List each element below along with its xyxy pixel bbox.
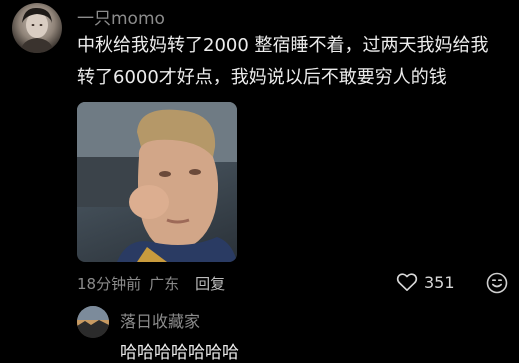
comment-text: 中秋给我妈转了2000 整宿睡不着，过两天我妈给我 转了6000才好点，我妈说以… [77,30,509,94]
comment-location: 广东 [149,275,180,293]
comment-time: 18分钟前 [77,275,142,293]
reply-text: 哈哈哈哈哈哈哈 [120,343,239,363]
like-button[interactable]: 351 [396,272,455,292]
avatar[interactable] [12,3,62,53]
avatar[interactable] [77,306,109,338]
comment-image[interactable] [77,102,237,262]
reply-button[interactable]: 回复 [195,275,225,293]
comment-item: 一只momo 中秋给我妈转了2000 整宿睡不着，过两天我妈给我 转了6000才… [0,0,519,300]
heart-icon [396,273,418,291]
comment-text-line: 中秋给我妈转了2000 整宿睡不着，过两天我妈给我 [77,35,489,56]
comment-text-line: 转了6000才好点，我妈说以后不敢要穷人的钱 [77,67,447,88]
reply-username[interactable]: 落日收藏家 [120,308,200,332]
username[interactable]: 一只momo [77,4,165,29]
reply-item: 落日收藏家 哈哈哈哈哈哈哈 [77,306,509,363]
comment-meta: 18分钟前 广东 回复 [77,273,225,294]
emoji-reaction-button[interactable] [486,272,508,294]
emoji-icon [486,272,508,294]
like-count: 351 [424,272,455,292]
